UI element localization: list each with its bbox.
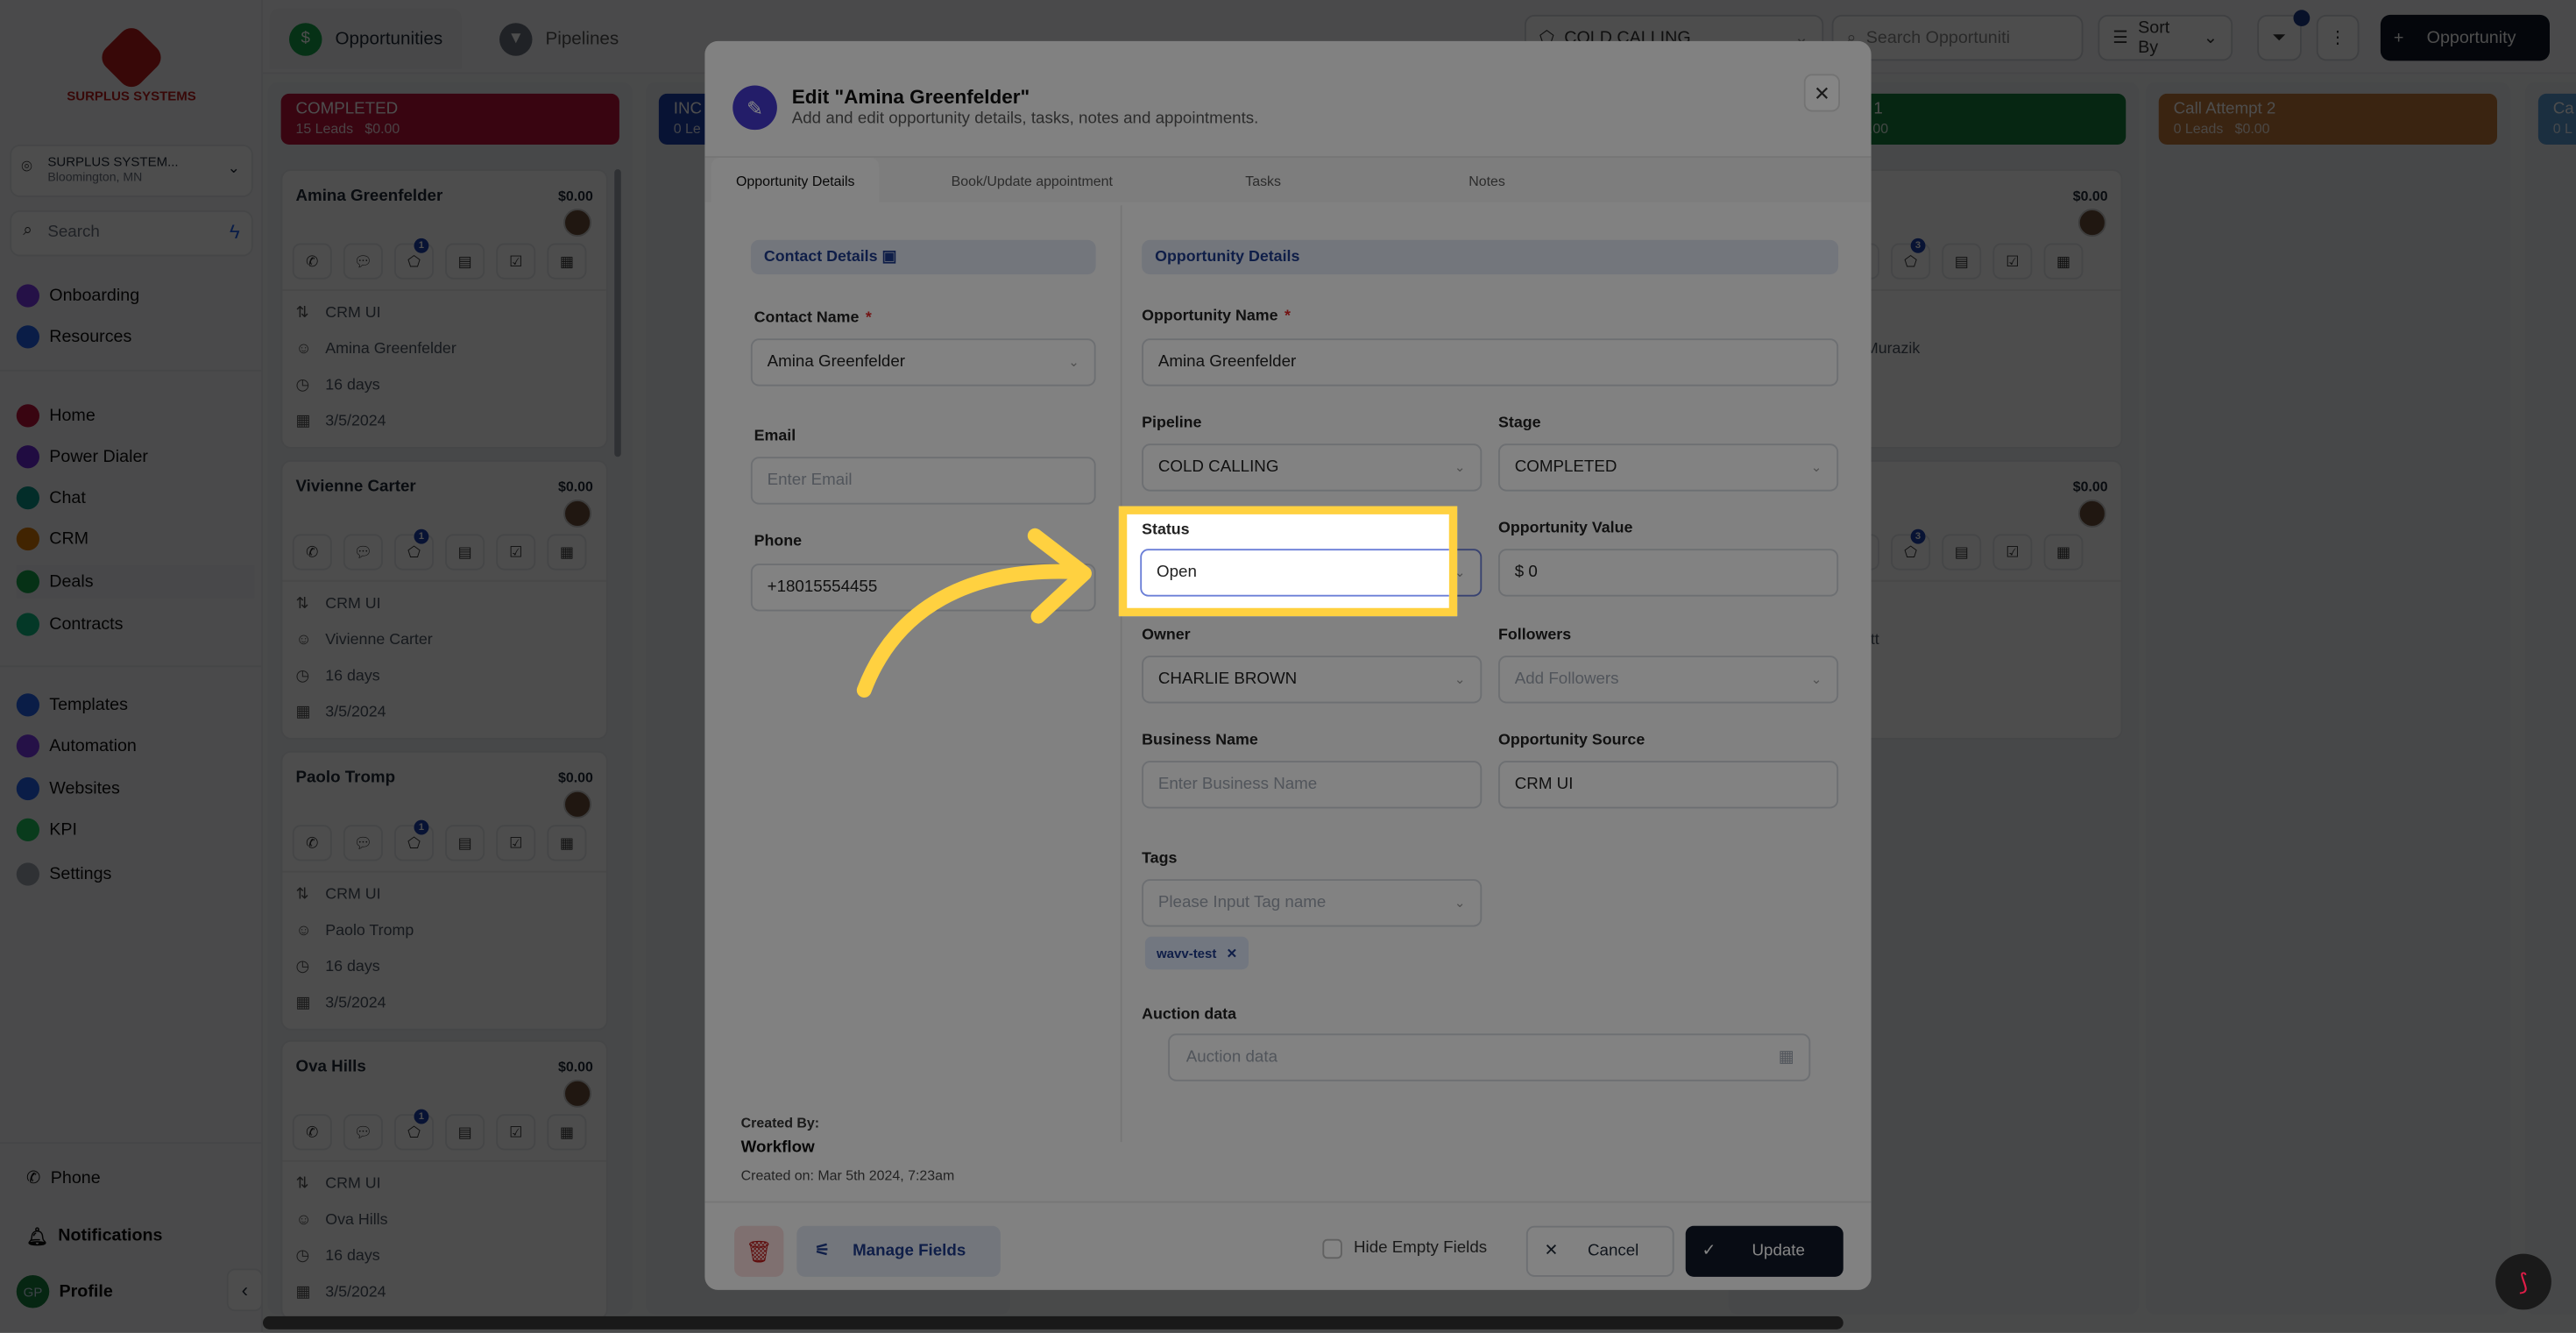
logo-icon: ⟆ (2518, 1267, 2529, 1294)
app: SURPLUS SYSTEMS ⌾ SURPLUS SYSTEM... Bloomi… (0, 0, 2576, 1333)
pointer-arrow-icon (856, 528, 1092, 698)
help-widget-button[interactable]: ⟆ (2495, 1253, 2551, 1310)
